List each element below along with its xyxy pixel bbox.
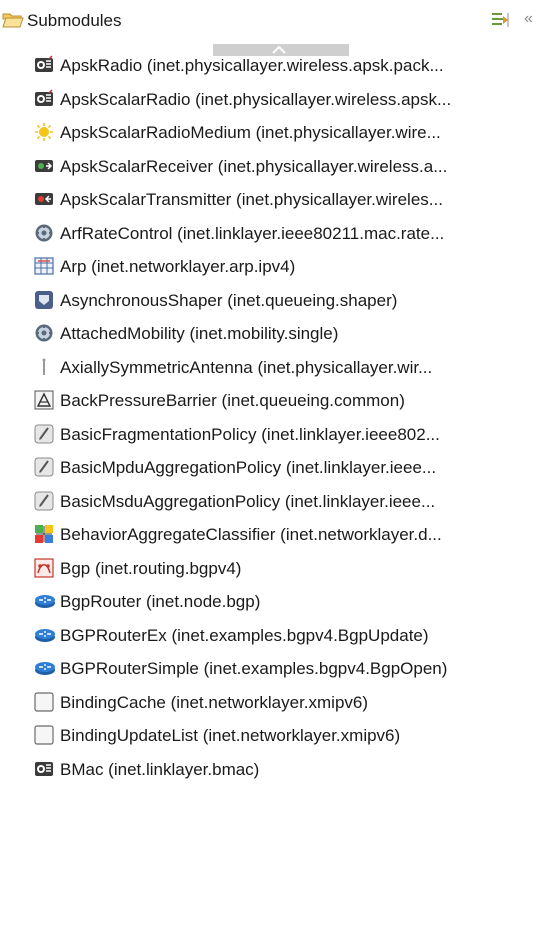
header-actions: « — [482, 8, 546, 32]
header-title: Submodules — [27, 11, 122, 30]
list-item-label: AttachedMobility (inet.mobility.single) — [60, 324, 339, 343]
list-item-label: BasicMsduAggregationPolicy (inet.linklay… — [60, 492, 436, 511]
antenna-icon — [34, 357, 54, 377]
list-item[interactable]: ApskScalarReceiver (inet.physicallayer.w… — [0, 149, 546, 182]
shaper-icon — [34, 290, 54, 310]
list-item[interactable]: BasicMsduAggregationPolicy (inet.linklay… — [0, 484, 546, 517]
list-item-label: Arp (inet.networklayer.arp.ipv4) — [60, 257, 296, 276]
list-item-label: BindingCache (inet.networklayer.xmipv6) — [60, 693, 369, 712]
list-item[interactable]: ApskRadio (inet.physicallayer.wireless.a… — [0, 48, 546, 81]
router-icon — [34, 658, 55, 678]
list-item-label: ApskScalarRadioMedium (inet.physicallaye… — [60, 123, 441, 142]
list-item-label: ArfRateControl (inet.linklayer.ieee80211… — [60, 224, 445, 243]
list-item[interactable]: ApskScalarRadioMedium (inet.physicallaye… — [0, 115, 546, 148]
blank-box-icon — [34, 725, 54, 745]
list-item-label: ApskRadio (inet.physicallayer.wireless.a… — [60, 56, 444, 75]
policy-icon — [34, 424, 54, 444]
table-icon — [34, 256, 54, 276]
list-item[interactable]: BehaviorAggregateClassifier (inet.networ… — [0, 517, 546, 550]
list-item-label: BasicMpduAggregationPolicy (inet.linklay… — [60, 458, 437, 477]
list-item[interactable]: BgpRouter (inet.node.bgp) — [0, 584, 546, 617]
radio-icon — [34, 55, 54, 75]
policy-icon — [34, 491, 54, 511]
list-item-label: BMac (inet.linklayer.bmac) — [60, 760, 260, 779]
classifier-icon — [34, 524, 54, 544]
folder-open-icon — [2, 9, 24, 31]
policy-icon — [34, 457, 54, 477]
sun-icon — [34, 122, 54, 142]
list-item-label: BasicFragmentationPolicy (inet.linklayer… — [60, 425, 440, 444]
list-item-label: ApskScalarTransmitter (inet.physicallaye… — [60, 190, 443, 209]
list-item-label: BgpRouter (inet.node.bgp) — [60, 592, 261, 611]
list-item[interactable]: BindingUpdateList (inet.networklayer.xmi… — [0, 718, 546, 751]
list-item[interactable]: Arp (inet.networklayer.arp.ipv4) — [0, 249, 546, 282]
receiver-icon — [34, 156, 54, 176]
list-item[interactable]: BMac (inet.linklayer.bmac) — [0, 752, 546, 785]
list-item[interactable]: AxiallySymmetricAntenna (inet.physicalla… — [0, 350, 546, 383]
list-item-label: BGPRouterSimple (inet.examples.bgpv4.Bgp… — [60, 659, 448, 678]
list-item-label: AxiallySymmetricAntenna (inet.physicalla… — [60, 358, 433, 377]
bgp-icon — [34, 558, 54, 578]
list-item-label: ApskScalarRadio (inet.physicallayer.wire… — [60, 90, 452, 109]
list-item-label: BehaviorAggregateClassifier (inet.networ… — [60, 525, 442, 544]
list-item[interactable]: AttachedMobility (inet.mobility.single) — [0, 316, 546, 349]
list-item-label: BGPRouterEx (inet.examples.bgpv4.BgpUpda… — [60, 626, 429, 645]
list-item[interactable]: BasicMpduAggregationPolicy (inet.linklay… — [0, 450, 546, 483]
gear-icon — [34, 323, 54, 343]
list-item[interactable]: ApskScalarTransmitter (inet.physicallaye… — [0, 182, 546, 215]
view-menu-icon[interactable]: « — [524, 8, 533, 30]
list-item-label: BackPressureBarrier (inet.queueing.commo… — [60, 391, 405, 410]
list-item[interactable]: BGPRouterEx (inet.examples.bgpv4.BgpUpda… — [0, 618, 546, 651]
list-item[interactable]: BackPressureBarrier (inet.queueing.commo… — [0, 383, 546, 416]
gear-icon — [34, 223, 54, 243]
mac-icon — [34, 759, 54, 779]
list-item[interactable]: ApskScalarRadio (inet.physicallayer.wire… — [0, 82, 546, 115]
list-item[interactable]: ArfRateControl (inet.linklayer.ieee80211… — [0, 216, 546, 249]
router-icon — [34, 591, 55, 611]
list-item[interactable]: BindingCache (inet.networklayer.xmipv6) — [0, 685, 546, 718]
transmitter-icon — [34, 189, 54, 209]
blank-box-icon — [34, 692, 54, 712]
barrier-icon — [34, 390, 54, 410]
list-item[interactable]: AsynchronousShaper (inet.queueing.shaper… — [0, 283, 546, 316]
list-item[interactable]: Bgp (inet.routing.bgpv4) — [0, 551, 546, 584]
collapse-all-icon[interactable] — [490, 10, 512, 30]
list-item-label: Bgp (inet.routing.bgpv4) — [60, 559, 242, 578]
router-icon — [34, 625, 55, 645]
list-item[interactable]: BasicFragmentationPolicy (inet.linklayer… — [0, 417, 546, 450]
radio-icon — [34, 89, 54, 109]
list-item[interactable]: BGPRouterSimple (inet.examples.bgpv4.Bgp… — [0, 651, 546, 684]
list-item-label: AsynchronousShaper (inet.queueing.shaper… — [60, 291, 398, 310]
list-item-label: BindingUpdateList (inet.networklayer.xmi… — [60, 726, 401, 745]
list-item-label: ApskScalarReceiver (inet.physicallayer.w… — [60, 157, 448, 176]
submodules-header[interactable]: Submodules « — [0, 0, 546, 44]
